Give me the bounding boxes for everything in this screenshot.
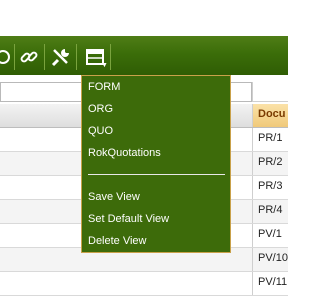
tools-icon[interactable] <box>50 46 72 68</box>
link-icon[interactable] <box>18 46 40 68</box>
toolbar-divider <box>110 44 111 70</box>
circle-icon[interactable] <box>0 46 14 68</box>
table-cell-document[interactable]: PR/1 <box>252 128 288 151</box>
header-spacer <box>252 82 288 102</box>
delete-view-button[interactable]: Delete View <box>88 232 147 250</box>
column-header-document[interactable]: Docu <box>252 104 288 127</box>
table-cell-document[interactable]: PR/3 <box>252 176 288 199</box>
table-cell-document[interactable]: PR/4 <box>252 200 288 223</box>
table-cell-document[interactable]: PV/10 <box>252 248 288 271</box>
menu-item-rokquotations[interactable]: RokQuotations <box>88 144 161 162</box>
menu-item-form[interactable]: FORM <box>88 78 120 96</box>
view-menu: FORM ORG QUO RokQuotations Save View Set… <box>81 75 231 253</box>
menu-item-quo[interactable]: QUO <box>88 122 113 140</box>
table-cell-document[interactable]: PV/1 <box>252 224 288 247</box>
chevron-down-icon[interactable]: ▼ <box>101 62 108 69</box>
save-view-button[interactable]: Save View <box>88 188 140 206</box>
set-default-view-button[interactable]: Set Default View <box>88 210 169 228</box>
toolbar-divider <box>76 44 77 70</box>
table-cell-document[interactable]: PV/11 <box>252 272 288 295</box>
toolbar-divider <box>44 44 45 70</box>
menu-divider <box>88 174 225 175</box>
table-row[interactable] <box>0 272 288 296</box>
table-cell-document[interactable]: PR/2 <box>252 152 288 175</box>
toolbar-divider <box>14 44 15 70</box>
top-strip <box>0 0 288 36</box>
menu-item-org[interactable]: ORG <box>88 100 113 118</box>
toolbar <box>0 36 288 75</box>
